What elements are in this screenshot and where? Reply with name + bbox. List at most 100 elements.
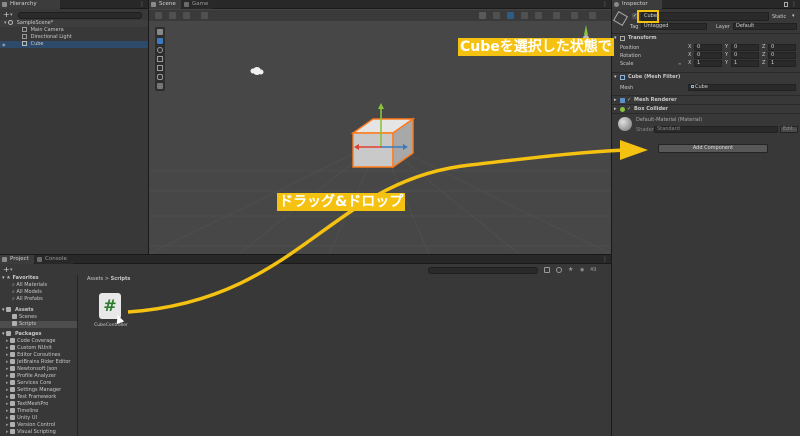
- pivot-toggle[interactable]: [155, 12, 162, 19]
- shader-edit-button[interactable]: Edit...: [780, 126, 798, 133]
- hierarchy-search-input[interactable]: [18, 12, 142, 19]
- add-component-button[interactable]: Add Component: [658, 144, 768, 153]
- dropdown-arrow-icon[interactable]: ▾: [10, 265, 13, 275]
- mesh-object-field[interactable]: Cube: [688, 84, 796, 91]
- package-folder[interactable]: ▸ Code Coverage: [0, 338, 77, 345]
- effects-toggle[interactable]: [535, 12, 542, 19]
- favorites-header[interactable]: ▾ ★ Favorites: [0, 275, 77, 282]
- foldout-arrow-icon[interactable]: ▾: [614, 74, 617, 80]
- lighting-toggle[interactable]: [507, 12, 514, 19]
- breadcrumb-scripts[interactable]: Scripts: [111, 276, 131, 282]
- gizmos-button[interactable]: [589, 12, 596, 19]
- package-folder[interactable]: ▸ Unity UI: [0, 415, 77, 422]
- move-tool-icon[interactable]: [157, 38, 163, 44]
- position-x-field[interactable]: 0: [694, 44, 722, 51]
- position-y-field[interactable]: 0: [731, 44, 759, 51]
- package-folder[interactable]: ▸ Newtonsoft Json: [0, 366, 77, 373]
- favorite-all-prefabs[interactable]: ⌕ All Prefabs: [0, 296, 77, 303]
- scale-x-field[interactable]: 1: [694, 60, 722, 67]
- more-menu-icon[interactable]: ⋮: [139, 0, 145, 9]
- draw-mode-button[interactable]: [479, 12, 486, 19]
- snap-increment-toggle[interactable]: [201, 12, 208, 19]
- package-folder[interactable]: ▸ Visual Scripting: [0, 429, 77, 436]
- tab-hierarchy[interactable]: Hierarchy: [0, 0, 60, 9]
- enabled-checkbox[interactable]: ✓: [627, 97, 631, 103]
- package-folder[interactable]: ▸ Settings Manager: [0, 387, 77, 394]
- expand-arrow-icon[interactable]: ▾: [2, 331, 5, 337]
- position-z-field[interactable]: 0: [768, 44, 796, 51]
- package-folder[interactable]: ▸ Version Control: [0, 422, 77, 429]
- package-folder[interactable]: ▸ Profile Analyzer: [0, 373, 77, 380]
- tool-handle-group[interactable]: [155, 11, 221, 20]
- lock-icon[interactable]: [784, 2, 788, 7]
- static-dropdown-icon[interactable]: ▾: [792, 13, 795, 19]
- cube-object[interactable]: [345, 103, 425, 193]
- layer-dropdown[interactable]: Default: [733, 23, 797, 30]
- filter-by-label-icon[interactable]: [556, 267, 562, 273]
- hierarchy-item-cube[interactable]: ◉ Cube: [0, 41, 148, 48]
- filter-by-type-icon[interactable]: [544, 267, 550, 273]
- 2d-toggle[interactable]: [493, 12, 500, 19]
- rect-tool-icon[interactable]: [157, 65, 163, 71]
- package-folder[interactable]: ▸ Editor Coroutines: [0, 352, 77, 359]
- rotation-x-field[interactable]: 0: [694, 52, 722, 59]
- directional-light-icon[interactable]: [249, 65, 265, 77]
- expand-arrow-icon[interactable]: ▾: [2, 275, 5, 281]
- enabled-checkbox[interactable]: ✓: [627, 106, 631, 112]
- package-folder[interactable]: ▸ Custom NUnit: [0, 345, 77, 352]
- object-name-field[interactable]: Cube: [641, 12, 769, 21]
- global-toggle[interactable]: [169, 12, 176, 19]
- favorite-all-materials[interactable]: ⌕ All Materials: [0, 282, 77, 289]
- assets-scenes-folder[interactable]: Scenes: [0, 314, 77, 321]
- expand-arrow-icon[interactable]: ▾: [2, 307, 5, 313]
- project-search-input[interactable]: [428, 267, 538, 274]
- hand-tool-icon[interactable]: [157, 29, 163, 35]
- breadcrumb-assets[interactable]: Assets: [87, 276, 103, 282]
- package-folder[interactable]: ▸ TextMeshPro: [0, 401, 77, 408]
- transform-tool-icon[interactable]: [157, 74, 163, 80]
- hidden-objects-toggle[interactable]: [553, 12, 560, 19]
- hidden-packages-icon[interactable]: ◉: [580, 265, 584, 275]
- rotation-y-field[interactable]: 0: [731, 52, 759, 59]
- packages-header[interactable]: ▾ Packages: [0, 331, 77, 338]
- rotate-tool-icon[interactable]: [157, 47, 163, 53]
- asset-item-cubecontroller[interactable]: # CubeController: [93, 293, 129, 341]
- hierarchy-item-scene[interactable]: ▾ SampleScene*: [0, 20, 148, 27]
- add-icon[interactable]: +: [3, 10, 10, 20]
- more-menu-icon[interactable]: ⋮: [602, 0, 608, 9]
- assets-header[interactable]: ▾ Assets: [0, 307, 77, 314]
- shader-dropdown[interactable]: Standard: [654, 126, 778, 133]
- custom-tool-icon[interactable]: [157, 83, 163, 89]
- favorite-icon[interactable]: ★: [568, 265, 573, 275]
- tab-console[interactable]: Console: [35, 255, 73, 264]
- tab-game[interactable]: Game: [182, 0, 212, 9]
- package-folder[interactable]: ▸ Timeline: [0, 408, 77, 415]
- audio-toggle[interactable]: [521, 12, 528, 19]
- package-folder[interactable]: ▸ Test Framework: [0, 394, 77, 401]
- dropdown-arrow-icon[interactable]: ▾: [10, 10, 13, 20]
- scale-tool-icon[interactable]: [157, 56, 163, 62]
- scale-z-field[interactable]: 1: [768, 60, 796, 67]
- tag-dropdown[interactable]: Untagged: [641, 23, 707, 30]
- tab-inspector[interactable]: Inspector: [612, 0, 662, 9]
- tab-scene[interactable]: Scene: [149, 0, 181, 9]
- scale-y-field[interactable]: 1: [731, 60, 759, 67]
- assets-scripts-folder[interactable]: Scripts: [0, 321, 77, 328]
- more-menu-icon[interactable]: ⋮: [602, 255, 608, 264]
- expand-arrow-icon[interactable]: ▾: [4, 20, 7, 26]
- scale-link-icon[interactable]: ∞: [678, 61, 681, 66]
- favorite-all-models[interactable]: ⌕ All Models: [0, 289, 77, 296]
- scene-view-options[interactable]: [479, 11, 607, 20]
- rotation-z-field[interactable]: 0: [768, 52, 796, 59]
- package-folder[interactable]: ▸ JetBrains Rider Editor: [0, 359, 77, 366]
- foldout-arrow-icon[interactable]: ▾: [614, 35, 617, 41]
- grid-snap-toggle[interactable]: [183, 12, 190, 19]
- camera-settings-button[interactable]: [571, 12, 578, 19]
- foldout-arrow-icon[interactable]: ▸: [614, 97, 617, 103]
- more-menu-icon[interactable]: ⋮: [791, 0, 797, 9]
- visibility-icon[interactable]: ◉: [2, 41, 6, 48]
- package-folder[interactable]: ▸ Services Core: [0, 380, 77, 387]
- hierarchy-item-directional-light[interactable]: Directional Light: [0, 34, 148, 41]
- tab-project[interactable]: Project: [0, 255, 34, 264]
- foldout-arrow-icon[interactable]: ▸: [614, 106, 617, 112]
